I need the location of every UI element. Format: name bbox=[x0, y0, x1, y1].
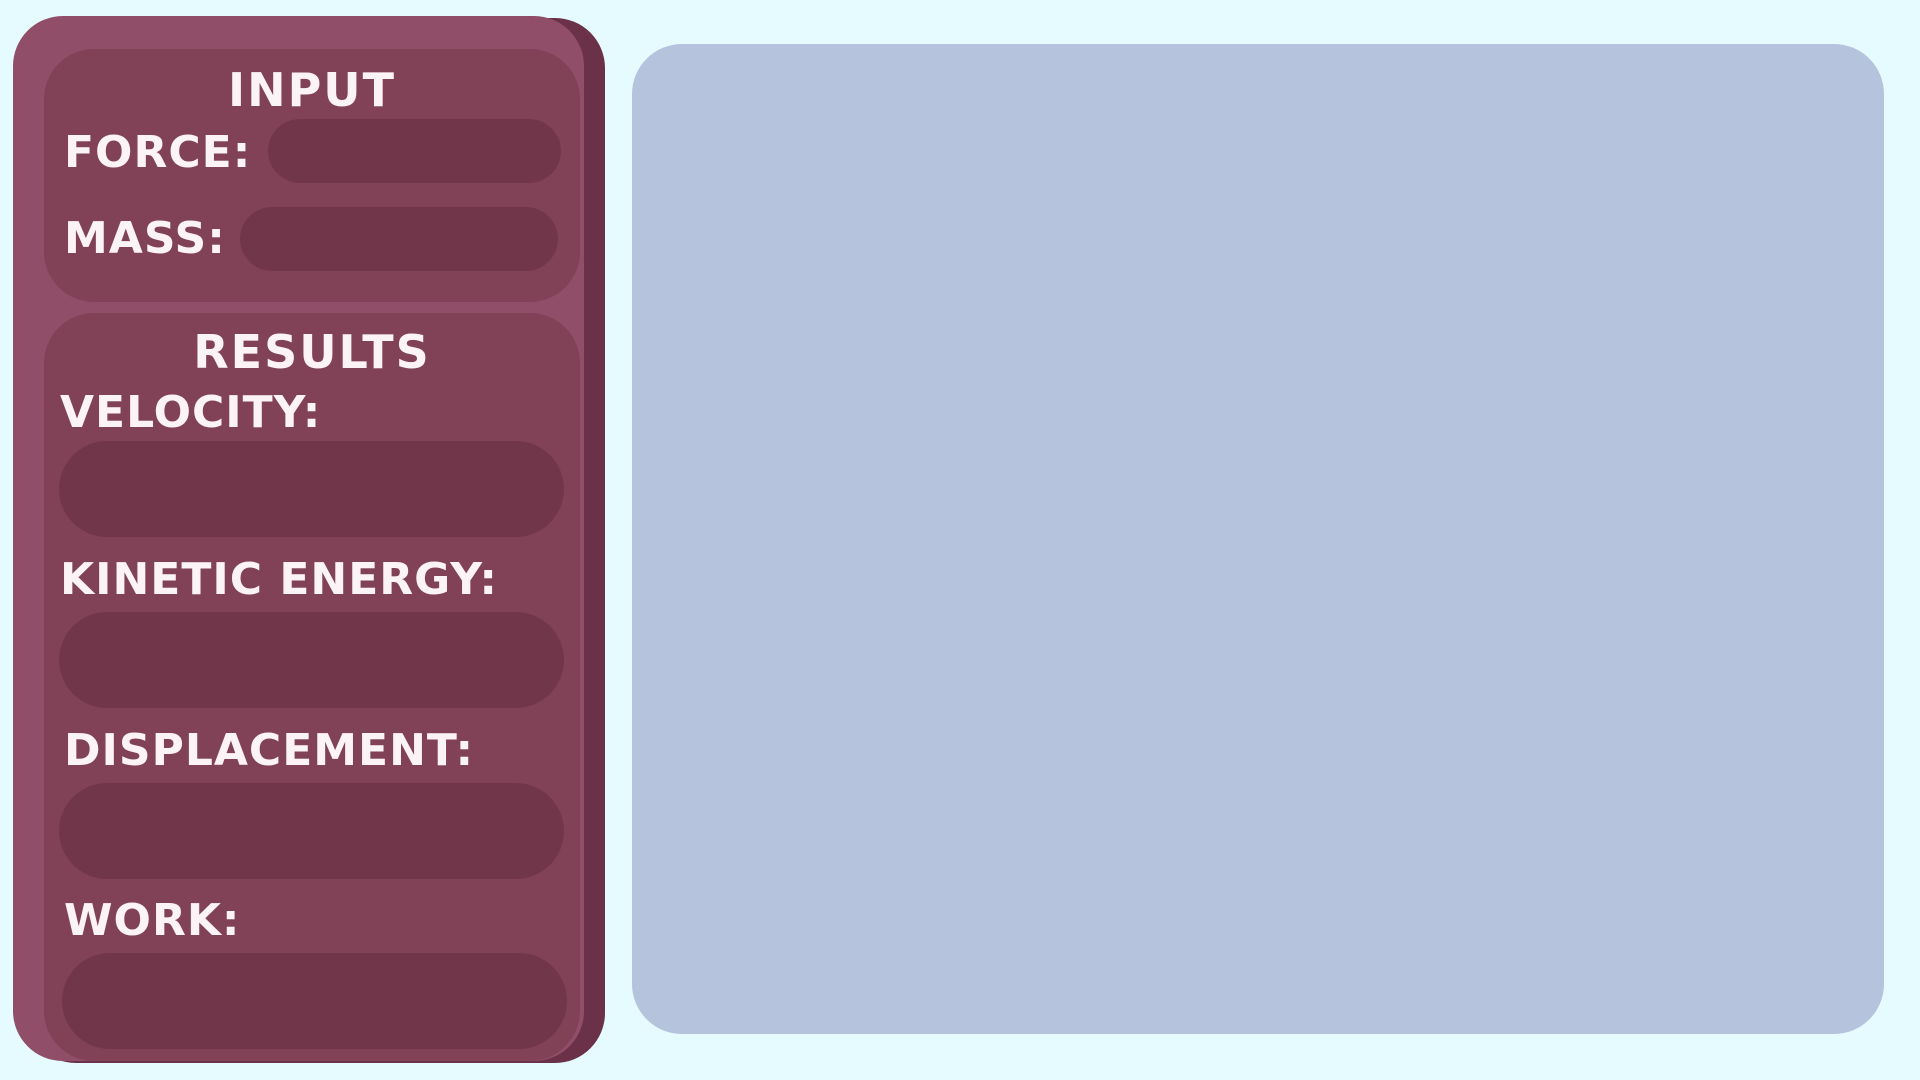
results-section: RESULTS VELOCITY: KINETIC ENERGY: DISPLA… bbox=[44, 313, 580, 1061]
force-label: FORCE: bbox=[64, 127, 252, 178]
mass-label: MASS: bbox=[64, 213, 226, 264]
velocity-label: VELOCITY: bbox=[60, 387, 322, 438]
displacement-label: DISPLACEMENT: bbox=[64, 725, 475, 776]
app-stage: INPUT FORCE: MASS: RESULTS VELOCITY: KIN… bbox=[0, 0, 1920, 1080]
simulation-canvas[interactable] bbox=[632, 44, 1884, 1034]
work-output bbox=[62, 953, 567, 1049]
kinetic-energy-output bbox=[59, 612, 564, 708]
force-input[interactable] bbox=[268, 119, 561, 183]
input-heading: INPUT bbox=[227, 63, 397, 117]
control-panel: INPUT FORCE: MASS: RESULTS VELOCITY: KIN… bbox=[13, 16, 584, 1061]
input-section: INPUT FORCE: MASS: bbox=[44, 49, 580, 302]
results-heading: RESULTS bbox=[193, 325, 431, 379]
kinetic-energy-label: KINETIC ENERGY: bbox=[60, 554, 498, 605]
velocity-output bbox=[59, 441, 564, 537]
displacement-output bbox=[59, 783, 564, 879]
work-label: WORK: bbox=[64, 895, 241, 946]
mass-input[interactable] bbox=[240, 207, 558, 271]
